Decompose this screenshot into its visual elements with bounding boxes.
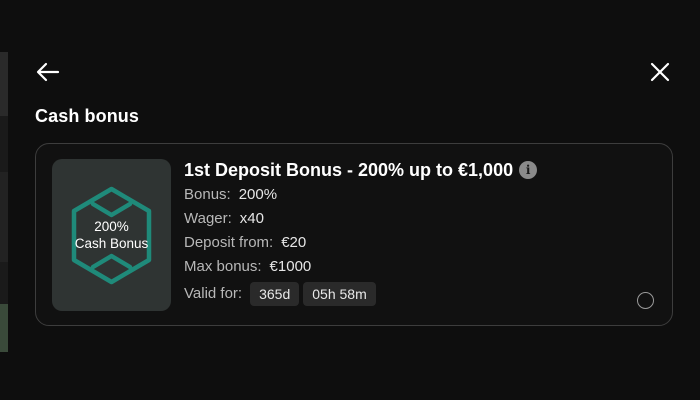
- wager-label: Wager:: [184, 210, 232, 227]
- max-bonus-value: €1000: [269, 258, 312, 275]
- wager-row: Wager: x40: [184, 207, 537, 231]
- valid-time-badge: 05h 58m: [303, 282, 376, 306]
- bonus-card[interactable]: 200% Cash Bonus 1st Deposit Bonus - 200%…: [35, 143, 673, 326]
- bonus-label: Bonus:: [184, 186, 231, 203]
- close-icon: [649, 61, 671, 88]
- bonus-info: 1st Deposit Bonus - 200% up to €1,000 i …: [184, 158, 538, 306]
- info-icon[interactable]: i: [519, 161, 538, 179]
- valid-days-badge: 365d: [250, 282, 300, 306]
- valid-label: Valid for:: [184, 285, 243, 302]
- max-bonus-label: Max bonus:: [184, 258, 262, 275]
- select-radio[interactable]: [637, 292, 654, 309]
- background-content-strip: [0, 52, 8, 352]
- deposit-label: Deposit from:: [184, 234, 274, 251]
- deposit-value: €20: [281, 234, 307, 251]
- bonus-row: Bonus: 200%: [184, 183, 537, 207]
- bonus-title: 1st Deposit Bonus - 200% up to €1,000: [184, 159, 514, 180]
- back-button[interactable]: [34, 60, 62, 88]
- close-button[interactable]: [646, 60, 674, 88]
- section-title: Cash bonus: [35, 106, 140, 126]
- bonus-title-row: 1st Deposit Bonus - 200% up to €1,000 i: [184, 158, 538, 182]
- background-block: [0, 52, 8, 116]
- thumbnail-line2: Cash Bonus: [74, 236, 149, 251]
- thumbnail-line1: 200%: [94, 219, 129, 234]
- background-block: [0, 304, 8, 352]
- bonus-value: 200%: [238, 186, 278, 203]
- deposit-row: Deposit from: €20: [184, 231, 537, 255]
- bonus-thumbnail: 200% Cash Bonus: [52, 159, 171, 311]
- valid-row: Valid for: 365d 05h 58m: [184, 282, 537, 306]
- arrow-left-icon: [36, 62, 60, 87]
- bonus-page: Cash bonus 200% Cash Bonus 1st Deposit B…: [0, 0, 700, 400]
- wager-value: x40: [239, 210, 264, 227]
- background-block: [0, 172, 8, 262]
- max-bonus-row: Max bonus: €1000: [184, 255, 537, 279]
